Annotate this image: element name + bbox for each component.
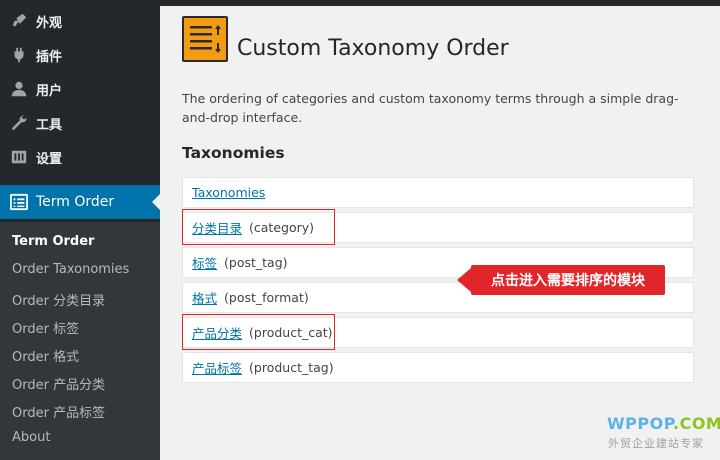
- taxonomy-link[interactable]: 格式: [192, 288, 217, 307]
- taxonomy-slug: (product_tag): [249, 360, 334, 375]
- submenu-order-category[interactable]: Order 分类目录: [12, 290, 105, 309]
- submenu-order-product-tag[interactable]: Order 产品标签: [12, 402, 105, 421]
- admin-bar-strip: [160, 0, 720, 6]
- settings-icon: [9, 147, 29, 167]
- submenu-order-taxonomies[interactable]: Order Taxonomies: [12, 262, 129, 277]
- watermark-brand-a: WPPOP: [607, 414, 673, 433]
- taxonomy-link[interactable]: 产品标签: [192, 358, 242, 377]
- term-order-submenu: Term Order Order Taxonomies Order 分类目录 O…: [0, 222, 160, 460]
- page-description: The ordering of categories and custom ta…: [182, 91, 679, 125]
- submenu-order-tags[interactable]: Order 标签: [12, 318, 79, 337]
- taxonomy-link[interactable]: 标签: [192, 253, 217, 272]
- current-menu-arrow: [152, 194, 160, 210]
- menu-item-label: 插件: [36, 49, 63, 65]
- menu-item-label: Term Order: [36, 194, 115, 210]
- taxonomy-slug: (post_format): [224, 290, 309, 305]
- taxonomy-row: 产品标签 (product_tag): [182, 352, 694, 383]
- page-title: Custom Taxonomy Order: [237, 36, 509, 61]
- taxonomy-link[interactable]: Taxonomies: [192, 185, 265, 200]
- plugin-logo-icon: [182, 16, 228, 62]
- callout-arrow: [457, 268, 471, 292]
- menu-item-users[interactable]: 用户: [0, 72, 160, 106]
- highlight-box-product-cat: [182, 314, 335, 350]
- menu-item-label: 工具: [36, 117, 63, 133]
- menu-item-label: 外观: [36, 15, 63, 31]
- tools-icon: [9, 113, 29, 133]
- menu-item-label: 用户: [36, 83, 63, 99]
- menu-item-tools[interactable]: 工具: [0, 106, 160, 140]
- submenu-term-order[interactable]: Term Order: [12, 234, 94, 249]
- submenu-order-product-cat[interactable]: Order 产品分类: [12, 374, 105, 393]
- taxonomy-slug: (post_tag): [224, 255, 288, 270]
- submenu-about[interactable]: About: [12, 430, 50, 445]
- taxonomy-row: Taxonomies: [182, 177, 694, 208]
- menu-item-settings[interactable]: 设置: [0, 140, 160, 174]
- watermark-tagline: 外贸企业建站专家: [608, 437, 704, 450]
- submenu-order-format[interactable]: Order 格式: [12, 346, 79, 365]
- watermark-brand-b: .COM: [673, 414, 720, 433]
- admin-sidebar: 外观 插件 用户 工具 设置 Term Order Term Order Ord…: [0, 0, 160, 460]
- watermark-logo: WPPOP.COM: [607, 414, 720, 433]
- menu-item-plugins[interactable]: 插件: [0, 38, 160, 72]
- section-title: Taxonomies: [182, 144, 285, 162]
- menu-item-label: 设置: [36, 151, 63, 167]
- list-icon: [9, 192, 29, 212]
- callout-annotation: 点击进入需要排序的模块: [471, 265, 665, 295]
- highlight-box-category: [182, 209, 335, 245]
- paintbrush-icon: [9, 11, 29, 31]
- plugins-icon: [9, 45, 29, 65]
- menu-item-appearance[interactable]: 外观: [0, 4, 160, 38]
- users-icon: [9, 79, 29, 99]
- menu-item-term-order[interactable]: Term Order: [0, 185, 160, 219]
